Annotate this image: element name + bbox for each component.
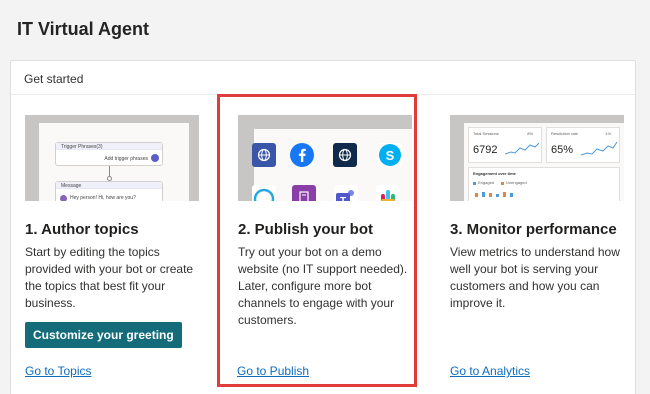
monitor-performance-thumbnail: Total Sessions 8% 6792 Resolution rate 1… xyxy=(450,115,624,201)
monitor-performance-section: Total Sessions 8% 6792 Resolution rate 1… xyxy=(450,115,630,312)
go-to-topics-link[interactable]: Go to Topics xyxy=(25,364,91,378)
page-title: IT Virtual Agent xyxy=(17,19,150,39)
engagement-chart-card: Engagement over time Engaged Unengaged xyxy=(468,167,620,201)
sparkline xyxy=(581,141,617,156)
go-to-analytics-link[interactable]: Go to Analytics xyxy=(450,364,530,378)
card-header: Get started xyxy=(11,61,635,95)
author-topics-section: Trigger Phrases(3) Add trigger phrases M… xyxy=(25,115,205,312)
add-icon xyxy=(151,154,159,162)
resolution-rate-card: Resolution rate 1% 65% xyxy=(546,127,620,163)
engaged-swatch xyxy=(473,182,476,185)
monitor-performance-title: 3. Monitor performance xyxy=(450,221,617,238)
bot-avatar-icon xyxy=(60,195,67,201)
mini-bars xyxy=(475,192,513,197)
author-topics-thumbnail: Trigger Phrases(3) Add trigger phrases M… xyxy=(25,115,199,201)
author-topics-description: Start by editing the topics provided wit… xyxy=(25,245,194,310)
total-sessions-card: Total Sessions 8% 6792 xyxy=(468,127,542,163)
message-box: Message Hey person! Hi, how are you? xyxy=(55,181,163,201)
monitor-performance-description: View metrics to understand how well your… xyxy=(450,245,620,310)
unengaged-swatch xyxy=(501,182,504,185)
publish-highlight-box xyxy=(217,94,417,387)
customize-greeting-button[interactable]: Customize your greeting xyxy=(25,322,182,348)
sparkline xyxy=(505,142,539,155)
trigger-box: Trigger Phrases(3) Add trigger phrases xyxy=(55,142,163,166)
author-topics-title: 1. Author topics xyxy=(25,221,139,238)
